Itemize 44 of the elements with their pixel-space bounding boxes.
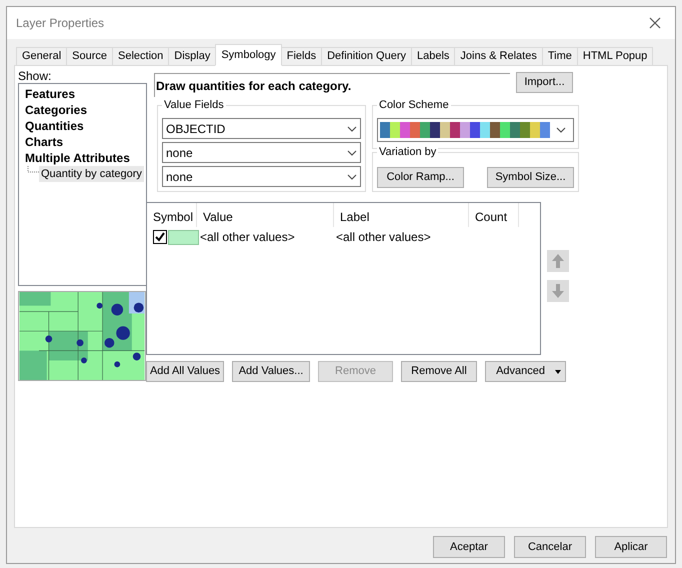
arrow-up-icon	[551, 253, 565, 269]
table-cell-text: <all other values>	[200, 229, 296, 246]
variation-button[interactable]: Symbol Size...	[487, 167, 574, 188]
symbol-swatch	[168, 230, 199, 244]
table-action-button[interactable]: Add Values...	[232, 361, 310, 382]
color-scheme-dropdown[interactable]	[377, 118, 574, 142]
field-dropdown[interactable]: none	[162, 142, 361, 163]
field-dropdown[interactable]: OBJECTID	[162, 118, 361, 139]
renderer-item[interactable]: Quantity by category	[39, 166, 144, 182]
window-title: Layer Properties	[16, 15, 104, 32]
import-button[interactable]: Import...	[516, 72, 573, 93]
column-header[interactable]: Symbol	[147, 203, 197, 227]
chevron-down-icon	[347, 174, 357, 180]
renderer-item[interactable]: Quantities	[25, 118, 146, 134]
show-label: Show:	[18, 69, 52, 83]
field-dropdown[interactable]: none	[162, 166, 361, 187]
chevron-down-icon	[556, 127, 566, 133]
tab[interactable]: HTML Popup	[576, 47, 654, 66]
dialog-button[interactable]: Aplicar	[595, 536, 667, 558]
arrow-down-icon	[551, 283, 565, 299]
group-label: Variation by	[377, 145, 438, 159]
dialog-button[interactable]: Aceptar	[433, 536, 505, 558]
tab[interactable]: Symbology	[215, 44, 282, 66]
table-action-button[interactable]: Add All Values	[146, 361, 224, 382]
chevron-down-icon	[347, 126, 357, 132]
renderer-heading: Draw quantities for each category.	[156, 78, 352, 94]
variation-button[interactable]: Color Ramp...	[377, 167, 464, 188]
checkbox[interactable]	[153, 230, 167, 244]
renderer-item[interactable]: Categories	[25, 102, 146, 118]
table-action-button[interactable]: Remove All	[401, 361, 477, 382]
column-header[interactable]: Label	[334, 203, 469, 227]
renderer-item[interactable]: Multiple Attributes	[25, 150, 146, 166]
renderer-item[interactable]: Features	[25, 86, 146, 102]
renderer-item[interactable]: Charts	[25, 134, 146, 150]
chevron-down-icon	[347, 150, 357, 156]
caret-icon	[555, 370, 561, 374]
column-header[interactable]: Count	[469, 203, 519, 227]
check-icon	[155, 232, 165, 242]
tab[interactable]: General	[16, 47, 68, 66]
table-cell-text: <all other values>	[336, 229, 431, 246]
close-icon	[649, 17, 661, 29]
advanced-menu-button[interactable]: Advanced	[485, 361, 566, 382]
column-header[interactable]: Value	[197, 203, 334, 227]
dialog-button[interactable]: Cancelar	[514, 536, 586, 558]
